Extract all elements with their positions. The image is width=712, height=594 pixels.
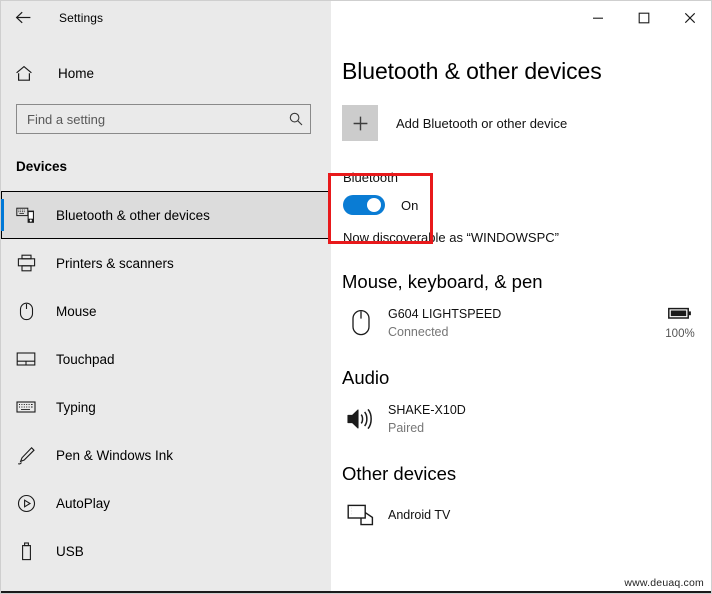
maximize-button[interactable] bbox=[621, 1, 667, 34]
titlebar-left: Settings bbox=[1, 1, 331, 34]
sidebar-item-mouse[interactable]: Mouse bbox=[1, 287, 331, 335]
device-row[interactable]: G604 LIGHTSPEED Connected 100% bbox=[342, 305, 711, 341]
bluetooth-devices-icon bbox=[15, 206, 37, 224]
sidebar-item-home[interactable]: Home bbox=[1, 56, 331, 90]
search-icon[interactable] bbox=[282, 111, 310, 127]
page-title: Bluetooth & other devices bbox=[342, 58, 602, 84]
battery-full-icon bbox=[668, 307, 692, 325]
group-title: Other devices bbox=[342, 463, 457, 484]
device-text: G604 LIGHTSPEED Connected bbox=[388, 305, 657, 341]
sidebar-item-label: Touchpad bbox=[56, 351, 115, 367]
autoplay-icon bbox=[15, 494, 37, 513]
bluetooth-toggle-row: On bbox=[343, 195, 711, 215]
sidebar-item-pen-windows-ink[interactable]: Pen & Windows Ink bbox=[1, 431, 331, 479]
sidebar-section-title: Devices bbox=[16, 159, 68, 174]
bluetooth-toggle[interactable] bbox=[343, 195, 385, 215]
printer-icon bbox=[15, 254, 37, 272]
sidebar-nav-list: Bluetooth & other devices Printers & sca… bbox=[1, 191, 331, 575]
bluetooth-label: Bluetooth bbox=[343, 170, 398, 185]
discoverable-text: Now discoverable as “WINDOWSPC” bbox=[343, 230, 559, 245]
bottom-border bbox=[1, 591, 711, 593]
sidebar-item-label: Bluetooth & other devices bbox=[56, 207, 210, 223]
usb-icon bbox=[15, 541, 37, 561]
pen-icon bbox=[15, 446, 37, 465]
device-name: SHAKE-X10D bbox=[388, 403, 466, 417]
sidebar-item-bluetooth-other-devices[interactable]: Bluetooth & other devices bbox=[1, 191, 331, 239]
content-pane: Bluetooth & other devices Add Bluetooth … bbox=[331, 34, 711, 593]
device-name: Android TV bbox=[388, 508, 451, 522]
plus-icon bbox=[342, 105, 378, 141]
close-icon bbox=[684, 12, 696, 24]
sidebar-item-label: AutoPlay bbox=[56, 495, 111, 511]
device-status: Connected bbox=[388, 325, 449, 339]
device-name: G604 LIGHTSPEED bbox=[388, 307, 502, 321]
sidebar-item-label: Typing bbox=[56, 399, 96, 415]
battery-percent: 100% bbox=[665, 327, 695, 340]
device-status: Paired bbox=[388, 421, 425, 435]
sidebar-item-label: Pen & Windows Ink bbox=[56, 447, 174, 463]
app-title: Settings bbox=[59, 10, 104, 25]
sidebar-item-autoplay[interactable]: AutoPlay bbox=[1, 479, 331, 527]
group-title: Mouse, keyboard, & pen bbox=[342, 271, 543, 292]
tv-icon bbox=[342, 497, 380, 533]
sidebar-item-printers-scanners[interactable]: Printers & scanners bbox=[1, 239, 331, 287]
device-row[interactable]: Android TV bbox=[342, 497, 711, 533]
close-button[interactable] bbox=[667, 1, 711, 34]
sidebar-item-label: Printers & scanners bbox=[56, 255, 174, 271]
bluetooth-setting-block: Bluetooth On bbox=[343, 170, 711, 215]
sidebar: Home Devices bbox=[1, 34, 331, 593]
mouse-icon bbox=[15, 302, 37, 321]
mouse-icon bbox=[342, 305, 380, 341]
toggle-knob bbox=[367, 198, 381, 212]
touchpad-icon bbox=[15, 351, 37, 367]
minimize-icon bbox=[592, 12, 604, 24]
sidebar-item-touchpad[interactable]: Touchpad bbox=[1, 335, 331, 383]
keyboard-icon bbox=[15, 400, 37, 414]
add-device-button[interactable]: Add Bluetooth or other device bbox=[342, 105, 711, 141]
device-text: SHAKE-X10D Paired bbox=[388, 401, 703, 437]
device-text: Android TV bbox=[388, 506, 703, 524]
window-controls bbox=[331, 1, 711, 34]
settings-window: Settings Home Find a setting Devices Blu… bbox=[0, 0, 712, 594]
back-arrow-icon bbox=[15, 10, 32, 25]
home-label: Home bbox=[58, 65, 95, 81]
group-title: Audio bbox=[342, 367, 390, 388]
watermark: www.deuaq.com bbox=[624, 577, 704, 589]
sidebar-item-label: USB bbox=[56, 543, 84, 559]
device-row[interactable]: SHAKE-X10D Paired bbox=[342, 401, 711, 437]
search-input[interactable] bbox=[17, 106, 282, 132]
back-button[interactable] bbox=[1, 1, 45, 34]
bluetooth-toggle-state: On bbox=[401, 197, 419, 213]
titlebar: Settings bbox=[1, 1, 711, 34]
maximize-icon bbox=[638, 12, 650, 24]
speaker-icon bbox=[342, 401, 380, 437]
add-device-label: Add Bluetooth or other device bbox=[396, 115, 568, 131]
battery-indicator: 100% bbox=[657, 307, 703, 340]
minimize-button[interactable] bbox=[575, 1, 621, 34]
sidebar-item-usb[interactable]: USB bbox=[1, 527, 331, 575]
home-icon bbox=[15, 65, 37, 82]
search-box[interactable] bbox=[16, 104, 311, 134]
sidebar-item-typing[interactable]: Typing bbox=[1, 383, 331, 431]
sidebar-item-label: Mouse bbox=[56, 303, 97, 319]
